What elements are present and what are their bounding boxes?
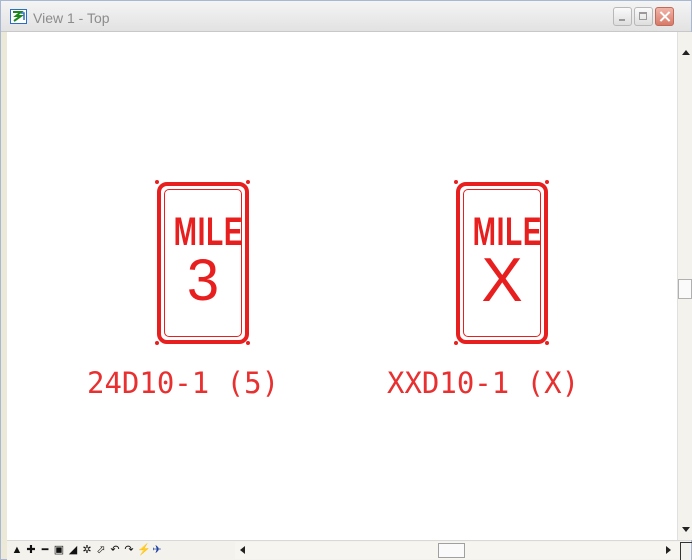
mile-sign-3: MILE 3 <box>157 182 249 344</box>
scroll-down-icon[interactable] <box>678 522 692 537</box>
horizontal-scroll-thumb[interactable] <box>438 543 465 558</box>
pan-view-icon[interactable]: ⬀ <box>95 544 107 556</box>
sign-code-label: XXD10-1 (X) <box>387 366 580 400</box>
view-attributes-icon[interactable]: ⚡ <box>137 544 151 556</box>
horizontal-scrollbar[interactable] <box>235 542 680 559</box>
sign-number: X <box>481 246 523 315</box>
window-title: View 1 - Top <box>33 10 110 26</box>
sign-corner-marker <box>454 341 458 345</box>
rotate-view-icon[interactable]: ✲ <box>81 544 93 556</box>
zoom-in-icon[interactable]: ✚ <box>25 544 37 556</box>
maximize-button[interactable] <box>634 7 653 26</box>
view-window: View 1 - Top MILE 3 24D10-1 (5) MILE X X… <box>0 0 692 560</box>
zoom-out-icon[interactable]: ━ <box>39 544 51 556</box>
copy-view-icon[interactable]: ✈ <box>151 544 163 556</box>
close-button[interactable] <box>655 7 674 26</box>
scroll-up-icon[interactable] <box>678 45 692 60</box>
view-control-bar: ▲ ✚ ━ ▣ ◢ ✲ ⬀ ↶ ↷ ⚡ ✈ <box>7 540 692 560</box>
sign-corner-marker <box>246 341 250 345</box>
sign-number: 3 <box>186 248 220 313</box>
sign-corner-marker <box>155 341 159 345</box>
update-icon[interactable]: ◢ <box>67 544 79 556</box>
mile-sign-x: MILE X <box>456 182 548 344</box>
sign-corner-marker <box>155 180 159 184</box>
undo-view-icon[interactable]: ↶ <box>109 544 121 556</box>
vertical-scroll-thumb[interactable] <box>678 279 692 299</box>
resize-grip[interactable] <box>680 542 692 560</box>
drawing-canvas[interactable]: MILE 3 24D10-1 (5) MILE X XXD10-1 (X) <box>7 32 677 540</box>
fit-view-icon[interactable]: ▲ <box>11 544 23 556</box>
scroll-right-icon[interactable] <box>661 543 676 558</box>
sign-code-label: 24D10-1 (5) <box>87 366 280 400</box>
app-icon <box>10 9 27 24</box>
sign-corner-marker <box>246 180 250 184</box>
minimize-button[interactable] <box>613 7 632 26</box>
sign-corner-marker <box>454 180 458 184</box>
sign-corner-marker <box>545 341 549 345</box>
window-area-icon[interactable]: ▣ <box>53 544 65 556</box>
redo-view-icon[interactable]: ↷ <box>123 544 135 556</box>
scroll-left-icon[interactable] <box>235 543 250 558</box>
title-bar[interactable]: View 1 - Top <box>1 1 691 32</box>
vertical-scrollbar[interactable] <box>677 32 692 540</box>
sign-corner-marker <box>545 180 549 184</box>
